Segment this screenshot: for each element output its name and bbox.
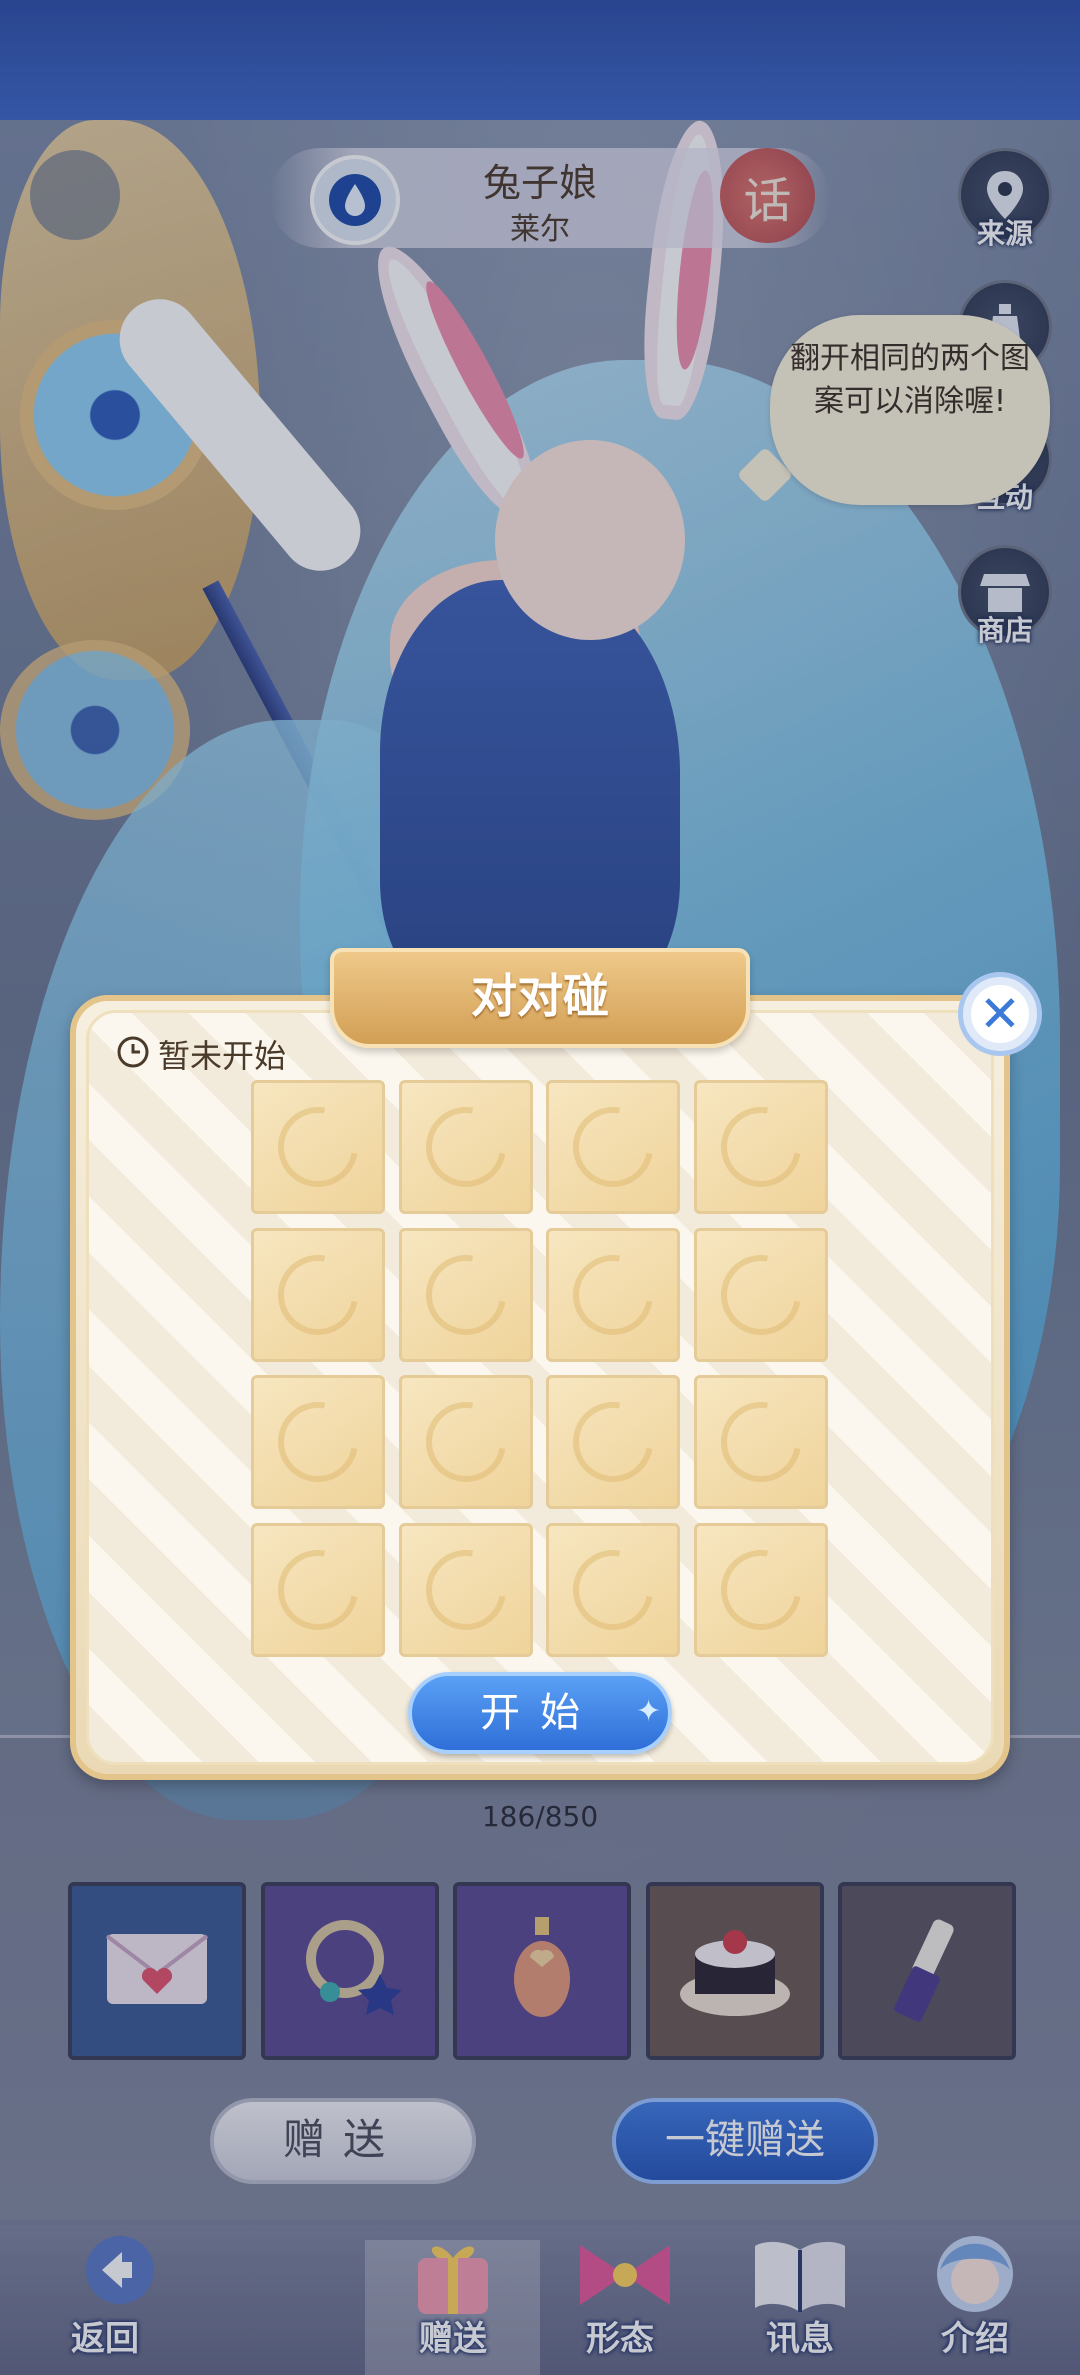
memory-card[interactable]	[693, 1522, 828, 1657]
memory-card[interactable]	[251, 1227, 385, 1362]
memory-card[interactable]	[398, 1522, 533, 1657]
card-back-emblem-icon	[262, 1533, 374, 1646]
memory-card[interactable]	[693, 1227, 828, 1362]
memory-card[interactable]	[693, 1375, 828, 1509]
memory-card[interactable]	[546, 1375, 680, 1509]
memory-card[interactable]	[546, 1522, 680, 1657]
card-back-emblem-icon	[557, 1238, 669, 1351]
clock-icon	[116, 1035, 150, 1073]
card-back-emblem-icon	[409, 1386, 522, 1498]
card-back-emblem-icon	[557, 1533, 669, 1646]
card-back-emblem-icon	[704, 1533, 817, 1646]
memory-card[interactable]	[398, 1080, 533, 1214]
memory-card[interactable]	[398, 1375, 533, 1509]
card-back-emblem-icon	[557, 1386, 669, 1498]
memory-card[interactable]	[251, 1375, 385, 1509]
memory-card[interactable]	[693, 1080, 828, 1214]
card-back-emblem-icon	[704, 1386, 817, 1498]
close-button[interactable]: ✕	[958, 972, 1042, 1056]
card-back-emblem-icon	[262, 1238, 374, 1351]
memory-card[interactable]	[251, 1080, 385, 1214]
match-game-board	[86, 1010, 994, 1765]
sparkle-icon: ✦	[636, 1694, 662, 1729]
memory-card[interactable]	[546, 1227, 680, 1362]
memory-card[interactable]	[398, 1227, 533, 1362]
game-status: 暂未开始	[116, 1032, 286, 1076]
card-back-emblem-icon	[409, 1533, 522, 1646]
status-label: 暂未开始	[158, 1037, 287, 1075]
card-back-emblem-icon	[704, 1238, 817, 1351]
card-back-emblem-icon	[557, 1091, 669, 1203]
card-back-emblem-icon	[262, 1091, 374, 1203]
dialog-title: 对对碰	[471, 969, 609, 1023]
card-back-emblem-icon	[704, 1091, 817, 1203]
card-back-emblem-icon	[409, 1238, 522, 1351]
card-back-emblem-icon	[409, 1091, 522, 1203]
close-icon: ✕	[979, 985, 1021, 1043]
start-button[interactable]: 开始	[408, 1672, 672, 1754]
memory-card[interactable]	[546, 1080, 680, 1214]
card-back-emblem-icon	[262, 1386, 374, 1498]
memory-card[interactable]	[251, 1522, 385, 1657]
